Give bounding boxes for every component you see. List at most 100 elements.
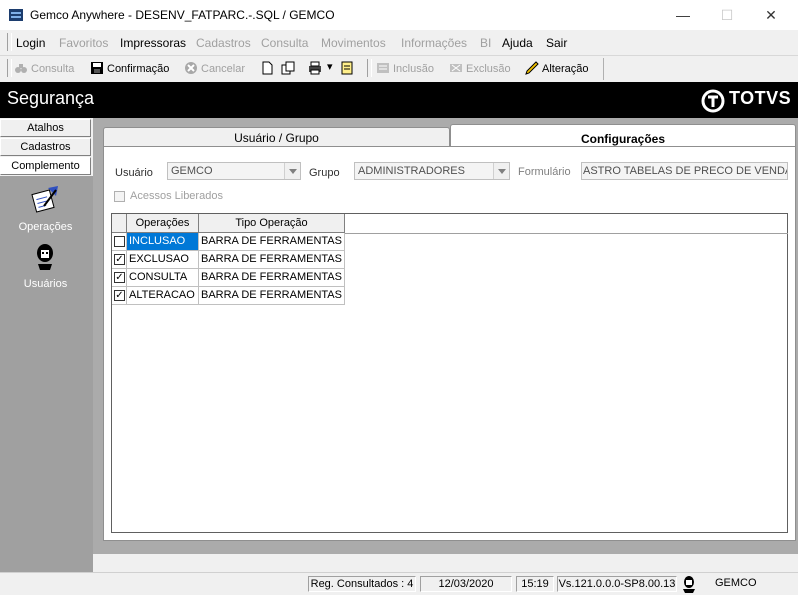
row-operacao[interactable]: CONSULTA — [127, 269, 199, 287]
grid-header-checkbox — [112, 214, 127, 233]
row-checkbox[interactable]: ✓ — [114, 272, 125, 283]
toolbar-grip — [7, 59, 12, 77]
menu-sair[interactable]: Sair — [546, 36, 567, 50]
report-icon — [341, 61, 353, 75]
module-title: Segurança — [7, 88, 95, 108]
title-bar: Gemco Anywhere - DESENV_FATPARC.-.SQL / … — [0, 0, 798, 30]
copy-icon — [281, 61, 295, 75]
chevron-down-icon[interactable] — [284, 163, 300, 179]
save-icon — [91, 62, 103, 74]
print-dropdown-arrow[interactable]: ▾ — [327, 60, 333, 76]
row-tipo[interactable]: BARRA DE FERRAMENTAS — [199, 287, 345, 305]
menu-consulta[interactable]: Consulta — [261, 36, 308, 50]
confirmacao-label: Confirmação — [107, 63, 170, 75]
formulario-value: ASTRO TABELAS DE PRECO DE VENDA — [583, 165, 788, 177]
copy-button[interactable] — [281, 61, 298, 77]
row-operacao[interactable]: ALTERACAO — [127, 287, 199, 305]
operations-icon — [31, 186, 58, 213]
grupo-value: ADMINISTRADORES — [358, 165, 465, 177]
nav-tab-cadastros[interactable]: Cadastros — [0, 138, 91, 156]
status-user: GEMCO — [715, 577, 757, 589]
tab-configuracoes[interactable]: Configurações — [450, 124, 796, 148]
row-checkbox-cell: ✓ — [112, 269, 127, 287]
menu-movimentos[interactable]: Movimentos — [321, 36, 386, 50]
status-bar: Reg. Consultados : 4 12/03/2020 15:19 Vs… — [0, 572, 798, 595]
toolbar-separator — [603, 58, 604, 80]
usuario-combo[interactable]: GEMCO — [167, 162, 301, 180]
totvs-logo-icon — [701, 89, 725, 113]
status-date: 12/03/2020 — [420, 576, 512, 592]
nav-label-usuarios: Usuários — [23, 278, 68, 290]
acessos-liberados-label: Acessos Liberados — [130, 190, 223, 202]
consulta-label: Consulta — [31, 63, 75, 75]
print-button[interactable] — [308, 61, 325, 77]
nav-label-operacoes: Operações — [18, 221, 73, 233]
menu-bar: Login Favoritos Impressoras Cadastros Co… — [0, 30, 798, 56]
user-icon — [683, 576, 695, 593]
module-banner: Segurança TOTVS — [0, 82, 798, 118]
row-checkbox[interactable]: ✓ — [114, 254, 125, 265]
grid-header-tipo-operacao[interactable]: Tipo Operação — [199, 214, 345, 233]
row-tipo[interactable]: BARRA DE FERRAMENTAS — [199, 251, 345, 269]
app-icon — [9, 9, 23, 21]
nav-item-operacoes[interactable]: Operações — [0, 184, 91, 236]
row-operacao[interactable]: EXCLUSAO — [127, 251, 199, 269]
menu-favoritos[interactable]: Favoritos — [59, 36, 108, 50]
minimize-button[interactable]: — — [660, 0, 706, 30]
menu-grip — [7, 33, 12, 51]
maximize-button[interactable]: ☐ — [704, 0, 750, 30]
row-operacao[interactable]: INCLUSAO — [127, 233, 199, 251]
cancelar-label: Cancelar — [201, 63, 246, 75]
window-title: Gemco Anywhere - DESENV_FATPARC.-.SQL / … — [30, 8, 335, 22]
formulario-label: Formulário — [518, 166, 571, 178]
status-reg-consultados: Reg. Consultados : 4 — [308, 576, 416, 592]
grupo-combo[interactable]: ADMINISTRADORES — [354, 162, 510, 180]
menu-impressoras[interactable]: Impressoras — [120, 36, 186, 50]
row-checkbox[interactable]: ✓ — [114, 290, 125, 301]
report-button[interactable] — [340, 61, 357, 77]
exclusao-label: Exclusão — [466, 63, 511, 75]
grid-header-operacoes[interactable]: Operações — [127, 214, 199, 233]
toolbar-grip-2 — [367, 59, 372, 77]
new-document-button[interactable] — [260, 61, 277, 77]
exclusao-button[interactable]: Exclusão — [449, 61, 511, 77]
row-tipo[interactable]: BARRA DE FERRAMENTAS — [199, 233, 345, 251]
exclusao-icon — [450, 64, 462, 72]
edit-icon — [525, 61, 539, 75]
inclusao-icon — [377, 63, 389, 73]
row-checkbox-cell: ✓ — [112, 251, 127, 269]
nav-item-usuarios[interactable]: Usuários — [0, 242, 91, 294]
printer-icon — [309, 61, 321, 75]
chevron-down-icon[interactable] — [493, 163, 509, 179]
menu-login[interactable]: Login — [16, 36, 45, 50]
menu-informacoes[interactable]: Informações — [401, 36, 467, 50]
row-checkbox[interactable] — [114, 236, 125, 247]
close-button[interactable]: ✕ — [748, 0, 794, 30]
menu-bi[interactable]: BI — [480, 36, 491, 50]
row-checkbox-cell — [112, 233, 127, 251]
menu-cadastros[interactable]: Cadastros — [196, 36, 251, 50]
cancelar-button[interactable]: Cancelar — [184, 61, 245, 77]
consulta-button[interactable]: Consulta — [14, 61, 74, 77]
acessos-liberados-checkbox[interactable] — [114, 191, 125, 202]
totvs-logo: TOTVS — [729, 88, 792, 108]
row-tipo[interactable]: BARRA DE FERRAMENTAS — [199, 269, 345, 287]
binoculars-icon — [15, 64, 27, 73]
nav-panel: Operações Usuários — [0, 176, 93, 572]
new-document-icon — [262, 61, 273, 75]
user-icon — [37, 244, 53, 270]
confirmacao-button[interactable]: Confirmação — [90, 61, 169, 77]
inclusao-label: Inclusão — [393, 63, 434, 75]
alteracao-button[interactable]: Alteração — [525, 61, 588, 77]
cancel-icon — [185, 62, 197, 74]
grid-header-edge — [345, 233, 788, 234]
status-time: 15:19 — [516, 576, 554, 592]
toolbar: Consulta Confirmação Cancelar ▾ Inclusão… — [0, 56, 798, 82]
nav-tab-atalhos[interactable]: Atalhos — [0, 119, 91, 137]
usuario-value: GEMCO — [171, 165, 213, 177]
formulario-field[interactable]: ASTRO TABELAS DE PRECO DE VENDA — [581, 162, 788, 180]
nav-tab-complemento[interactable]: Complemento — [0, 157, 91, 175]
status-version: Vs.121.0.0.0-SP8.00.13 — [557, 576, 677, 592]
inclusao-button[interactable]: Inclusão — [376, 61, 434, 77]
menu-ajuda[interactable]: Ajuda — [502, 36, 533, 50]
